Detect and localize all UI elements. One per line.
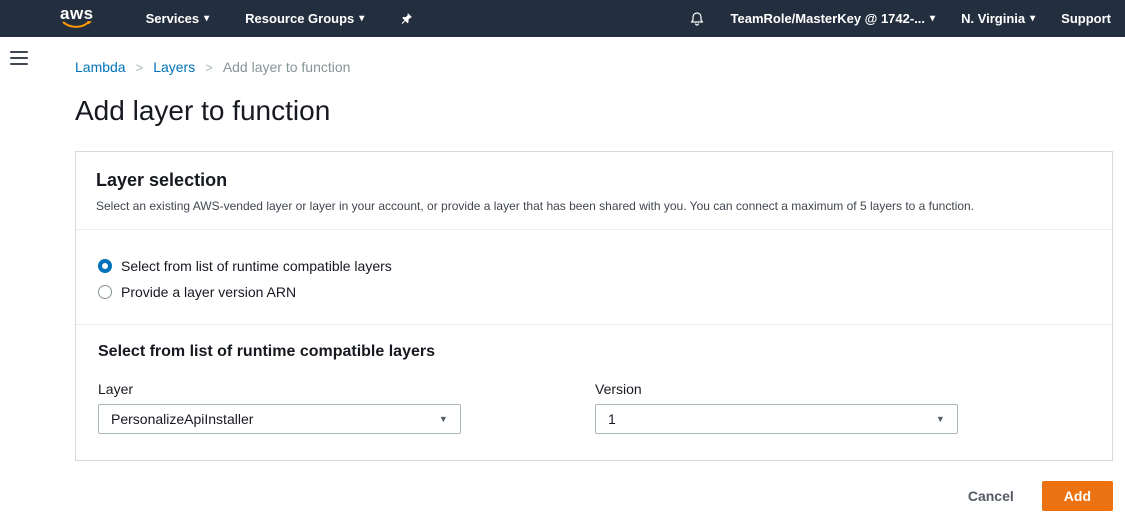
- caret-down-icon: ▾: [930, 14, 935, 24]
- nav-support-menu[interactable]: Support: [1061, 11, 1111, 26]
- pin-icon[interactable]: [400, 12, 413, 25]
- layer-select-value: PersonalizeApiInstaller: [111, 411, 253, 427]
- card-heading: Layer selection: [96, 170, 1092, 191]
- radio-label: Select from list of runtime compatible l…: [121, 258, 392, 274]
- caret-down-icon: ▾: [359, 14, 364, 24]
- nav-services[interactable]: Services ▾: [146, 11, 210, 26]
- card-header: Layer selection Select an existing AWS-v…: [76, 152, 1112, 229]
- breadcrumb: Lambda > Layers > Add layer to function: [75, 59, 1113, 75]
- page-title: Add layer to function: [75, 95, 1113, 127]
- aws-logo[interactable]: aws: [60, 7, 94, 30]
- layer-field: Layer PersonalizeApiInstaller ▼: [98, 381, 595, 434]
- layer-select[interactable]: PersonalizeApiInstaller ▼: [98, 404, 461, 434]
- nav-resource-groups[interactable]: Resource Groups ▾: [245, 11, 364, 26]
- radio-unselected-icon[interactable]: [98, 285, 112, 299]
- nav-region-menu[interactable]: N. Virginia ▾: [961, 11, 1035, 26]
- version-select-value: 1: [608, 411, 616, 427]
- cancel-button[interactable]: Cancel: [968, 488, 1014, 504]
- radio-selected-icon[interactable]: [98, 259, 112, 273]
- top-nav: aws Services ▾ Resource Groups ▾ T: [0, 0, 1125, 37]
- breadcrumb-layers[interactable]: Layers: [153, 59, 195, 75]
- version-field: Version 1 ▼: [595, 381, 1092, 434]
- layer-source-radio-group: Select from list of runtime compatible l…: [76, 230, 1112, 324]
- radio-runtime-compatible[interactable]: Select from list of runtime compatible l…: [98, 258, 1092, 274]
- select-caret-icon: ▼: [936, 414, 945, 424]
- add-button[interactable]: Add: [1042, 481, 1113, 511]
- left-rail: [0, 37, 37, 520]
- breadcrumb-current: Add layer to function: [223, 59, 351, 75]
- runtime-compatible-section: Select from list of runtime compatible l…: [76, 325, 1112, 460]
- breadcrumb-lambda[interactable]: Lambda: [75, 59, 126, 75]
- breadcrumb-separator: >: [205, 60, 213, 75]
- nav-account-menu[interactable]: TeamRole/MasterKey @ 1742-... ▾: [731, 11, 936, 26]
- layer-field-label: Layer: [98, 381, 595, 397]
- menu-hamburger-icon[interactable]: [10, 51, 28, 65]
- notifications-bell-icon[interactable]: [689, 11, 705, 27]
- version-select[interactable]: 1 ▼: [595, 404, 958, 434]
- radio-layer-version-arn[interactable]: Provide a layer version ARN: [98, 284, 1092, 300]
- select-caret-icon: ▼: [439, 414, 448, 424]
- radio-label: Provide a layer version ARN: [121, 284, 296, 300]
- layer-selection-card: Layer selection Select an existing AWS-v…: [75, 151, 1113, 461]
- aws-logo-text: aws: [60, 7, 94, 21]
- caret-down-icon: ▾: [1030, 14, 1035, 24]
- breadcrumb-separator: >: [136, 60, 144, 75]
- caret-down-icon: ▾: [204, 14, 209, 24]
- main-content: Lambda > Layers > Add layer to function …: [37, 37, 1125, 520]
- aws-smile-icon: [62, 21, 92, 30]
- card-description: Select an existing AWS-vended layer or l…: [96, 199, 1092, 213]
- section-heading: Select from list of runtime compatible l…: [98, 343, 1092, 361]
- version-field-label: Version: [595, 381, 1092, 397]
- footer-actions: Cancel Add: [75, 481, 1113, 511]
